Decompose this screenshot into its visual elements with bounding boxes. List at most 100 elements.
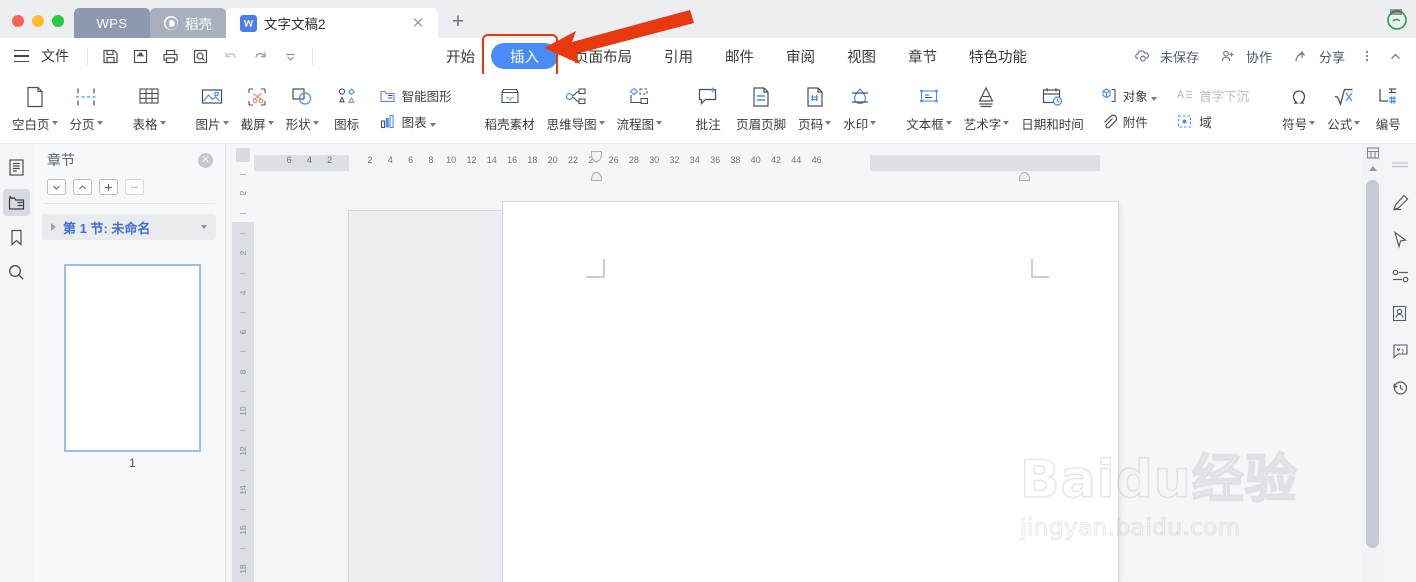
plus-icon[interactable]: + — [447, 10, 469, 33]
insert-picture-button[interactable]: 图片 — [190, 78, 235, 140]
tab-references[interactable]: 引用 — [648, 38, 709, 74]
page-thumbnail[interactable] — [64, 264, 201, 452]
document-outline-icon[interactable] — [3, 154, 30, 181]
chevron-down-icon[interactable] — [1003, 121, 1010, 125]
chevron-down-icon[interactable] — [598, 121, 605, 125]
chevron-up-icon[interactable] — [1382, 43, 1408, 69]
minus-box-icon[interactable] — [125, 179, 144, 195]
minimize-window-button[interactable] — [32, 15, 44, 27]
tab-start[interactable]: 开始 — [430, 38, 491, 74]
chevron-down-icon[interactable] — [51, 121, 58, 125]
tab-special-features[interactable]: 特色功能 — [953, 38, 1043, 74]
insert-blank-page-button[interactable]: 空白页 — [6, 78, 64, 140]
print-icon[interactable] — [156, 42, 184, 70]
chevron-down-icon[interactable] — [945, 121, 952, 125]
settings-sliders-icon[interactable] — [1387, 263, 1413, 289]
chevron-down-box-icon[interactable] — [47, 179, 66, 195]
screenshot-button[interactable]: 截屏 — [235, 78, 280, 140]
file-menu-button[interactable]: 文件 — [36, 46, 79, 66]
tab-insert[interactable]: 插入 — [491, 43, 558, 69]
tab-view[interactable]: 视图 — [831, 38, 892, 74]
insert-flowchart-button[interactable]: 流程图 — [611, 78, 669, 140]
sections-icon[interactable] — [3, 189, 30, 216]
insert-table-button[interactable]: 表格 — [127, 78, 172, 140]
tab-page-layout[interactable]: 页面布局 — [558, 38, 648, 74]
watermark-button[interactable]: 水印 — [837, 78, 882, 140]
save-as-cloud-icon[interactable] — [126, 42, 154, 70]
chevron-down-icon[interactable] — [1354, 121, 1361, 125]
insert-shapes-button[interactable]: 形状 — [280, 78, 325, 140]
close-circle-icon[interactable]: ✕ — [198, 152, 213, 168]
right-indent-marker[interactable] — [1019, 172, 1030, 181]
chevron-down-icon[interactable] — [1151, 97, 1158, 101]
insert-comment-button[interactable]: 批注 — [686, 78, 730, 140]
chevron-up-box-icon[interactable] — [73, 179, 92, 195]
quick-access-dropdown-icon[interactable] — [276, 42, 304, 70]
redo-icon[interactable] — [246, 42, 274, 70]
vertical-scrollbar[interactable] — [1362, 144, 1384, 582]
tab-review[interactable]: 审阅 — [770, 38, 831, 74]
wordart-button[interactable]: 艺术字 — [958, 78, 1016, 140]
document-page[interactable] — [503, 202, 1118, 582]
scroll-up-arrow-icon[interactable] — [1369, 166, 1377, 171]
hamburger-menu-icon[interactable] — [8, 43, 34, 69]
chevron-down-icon[interactable] — [825, 121, 832, 125]
insert-numbering-button[interactable]: 编号 — [1366, 78, 1410, 140]
tab-wps[interactable]: WPS — [74, 8, 150, 38]
chevron-down-icon[interactable] — [201, 225, 207, 229]
horizontal-ruler[interactable]: 6422468101214161820222426283032343638404… — [254, 151, 1362, 582]
add-person-card-icon[interactable] — [1387, 300, 1413, 326]
page-view-icon[interactable] — [1366, 146, 1380, 160]
chevron-down-icon[interactable] — [312, 121, 319, 125]
page-number-button[interactable]: 页码 — [792, 78, 837, 140]
app-account-icon[interactable] — [1382, 4, 1410, 32]
insert-page-break-button[interactable]: 分页 — [64, 78, 109, 140]
maximize-window-button[interactable] — [52, 15, 64, 27]
date-time-button[interactable]: 日期和时间 — [1015, 78, 1090, 140]
drop-cap-button[interactable]: 首字下沉 — [1170, 83, 1254, 108]
collaborate-button[interactable]: 协作 — [1208, 43, 1279, 69]
save-icon[interactable] — [96, 42, 124, 70]
section-item-1[interactable]: 第 1 节: 未命名 — [42, 214, 216, 240]
tab-sections[interactable]: 章节 — [892, 38, 953, 74]
insert-mindmap-button[interactable]: 思维导图 — [541, 78, 611, 140]
chevron-down-icon[interactable] — [96, 121, 103, 125]
chevron-down-icon[interactable] — [222, 121, 229, 125]
close-window-button[interactable] — [12, 15, 24, 27]
insert-formula-button[interactable]: 公式 — [1321, 78, 1366, 140]
tab-docer[interactable]: 稻壳 — [150, 8, 226, 38]
plus-box-icon[interactable] — [99, 179, 118, 195]
bookmark-icon[interactable] — [3, 224, 30, 251]
save-status-button[interactable]: 未保存 — [1122, 43, 1206, 69]
chevron-down-icon[interactable] — [870, 121, 877, 125]
insert-chart-button[interactable]: 图表 — [373, 109, 457, 134]
docer-material-button[interactable]: 稻壳素材 — [479, 78, 541, 140]
tab-mail[interactable]: 邮件 — [709, 38, 770, 74]
insert-field-button[interactable]: 域 — [1170, 109, 1254, 134]
insert-object-button[interactable]: 对象 — [1094, 83, 1163, 108]
insert-icons-button[interactable]: 图标 — [325, 78, 369, 140]
insert-symbol-button[interactable]: 符号 — [1276, 78, 1321, 140]
chevron-down-icon[interactable] — [159, 121, 166, 125]
textbox-button[interactable]: 文本框 — [900, 78, 958, 140]
insert-attachment-button[interactable]: 附件 — [1094, 109, 1163, 134]
search-icon[interactable] — [3, 259, 30, 286]
tab-stop-selector-icon[interactable] — [236, 148, 250, 162]
collapse-triangle-icon[interactable] — [51, 223, 56, 231]
chevron-down-icon[interactable] — [430, 123, 437, 127]
history-clock-icon[interactable] — [1387, 374, 1413, 400]
header-footer-button[interactable]: 页眉页脚 — [730, 78, 792, 140]
chevron-down-icon[interactable] — [656, 121, 663, 125]
hanging-indent-marker[interactable] — [591, 172, 602, 181]
first-line-indent-marker[interactable] — [591, 151, 602, 162]
latex-formula-button[interactable]: LaTeX公式 — [1410, 78, 1416, 140]
cursor-select-icon[interactable] — [1387, 226, 1413, 252]
tab-document[interactable]: 文字文稿2 ✕ — [226, 8, 438, 38]
id-badge-icon[interactable] — [1387, 337, 1413, 363]
scrollbar-thumb[interactable] — [1366, 180, 1379, 548]
print-preview-icon[interactable] — [186, 42, 214, 70]
chevron-down-icon[interactable] — [1309, 121, 1316, 125]
smart-graphic-button[interactable]: 智能图形 — [373, 83, 457, 108]
vertical-ruler[interactable]: 224681012141618 — [232, 144, 254, 582]
undo-icon[interactable] — [216, 42, 244, 70]
